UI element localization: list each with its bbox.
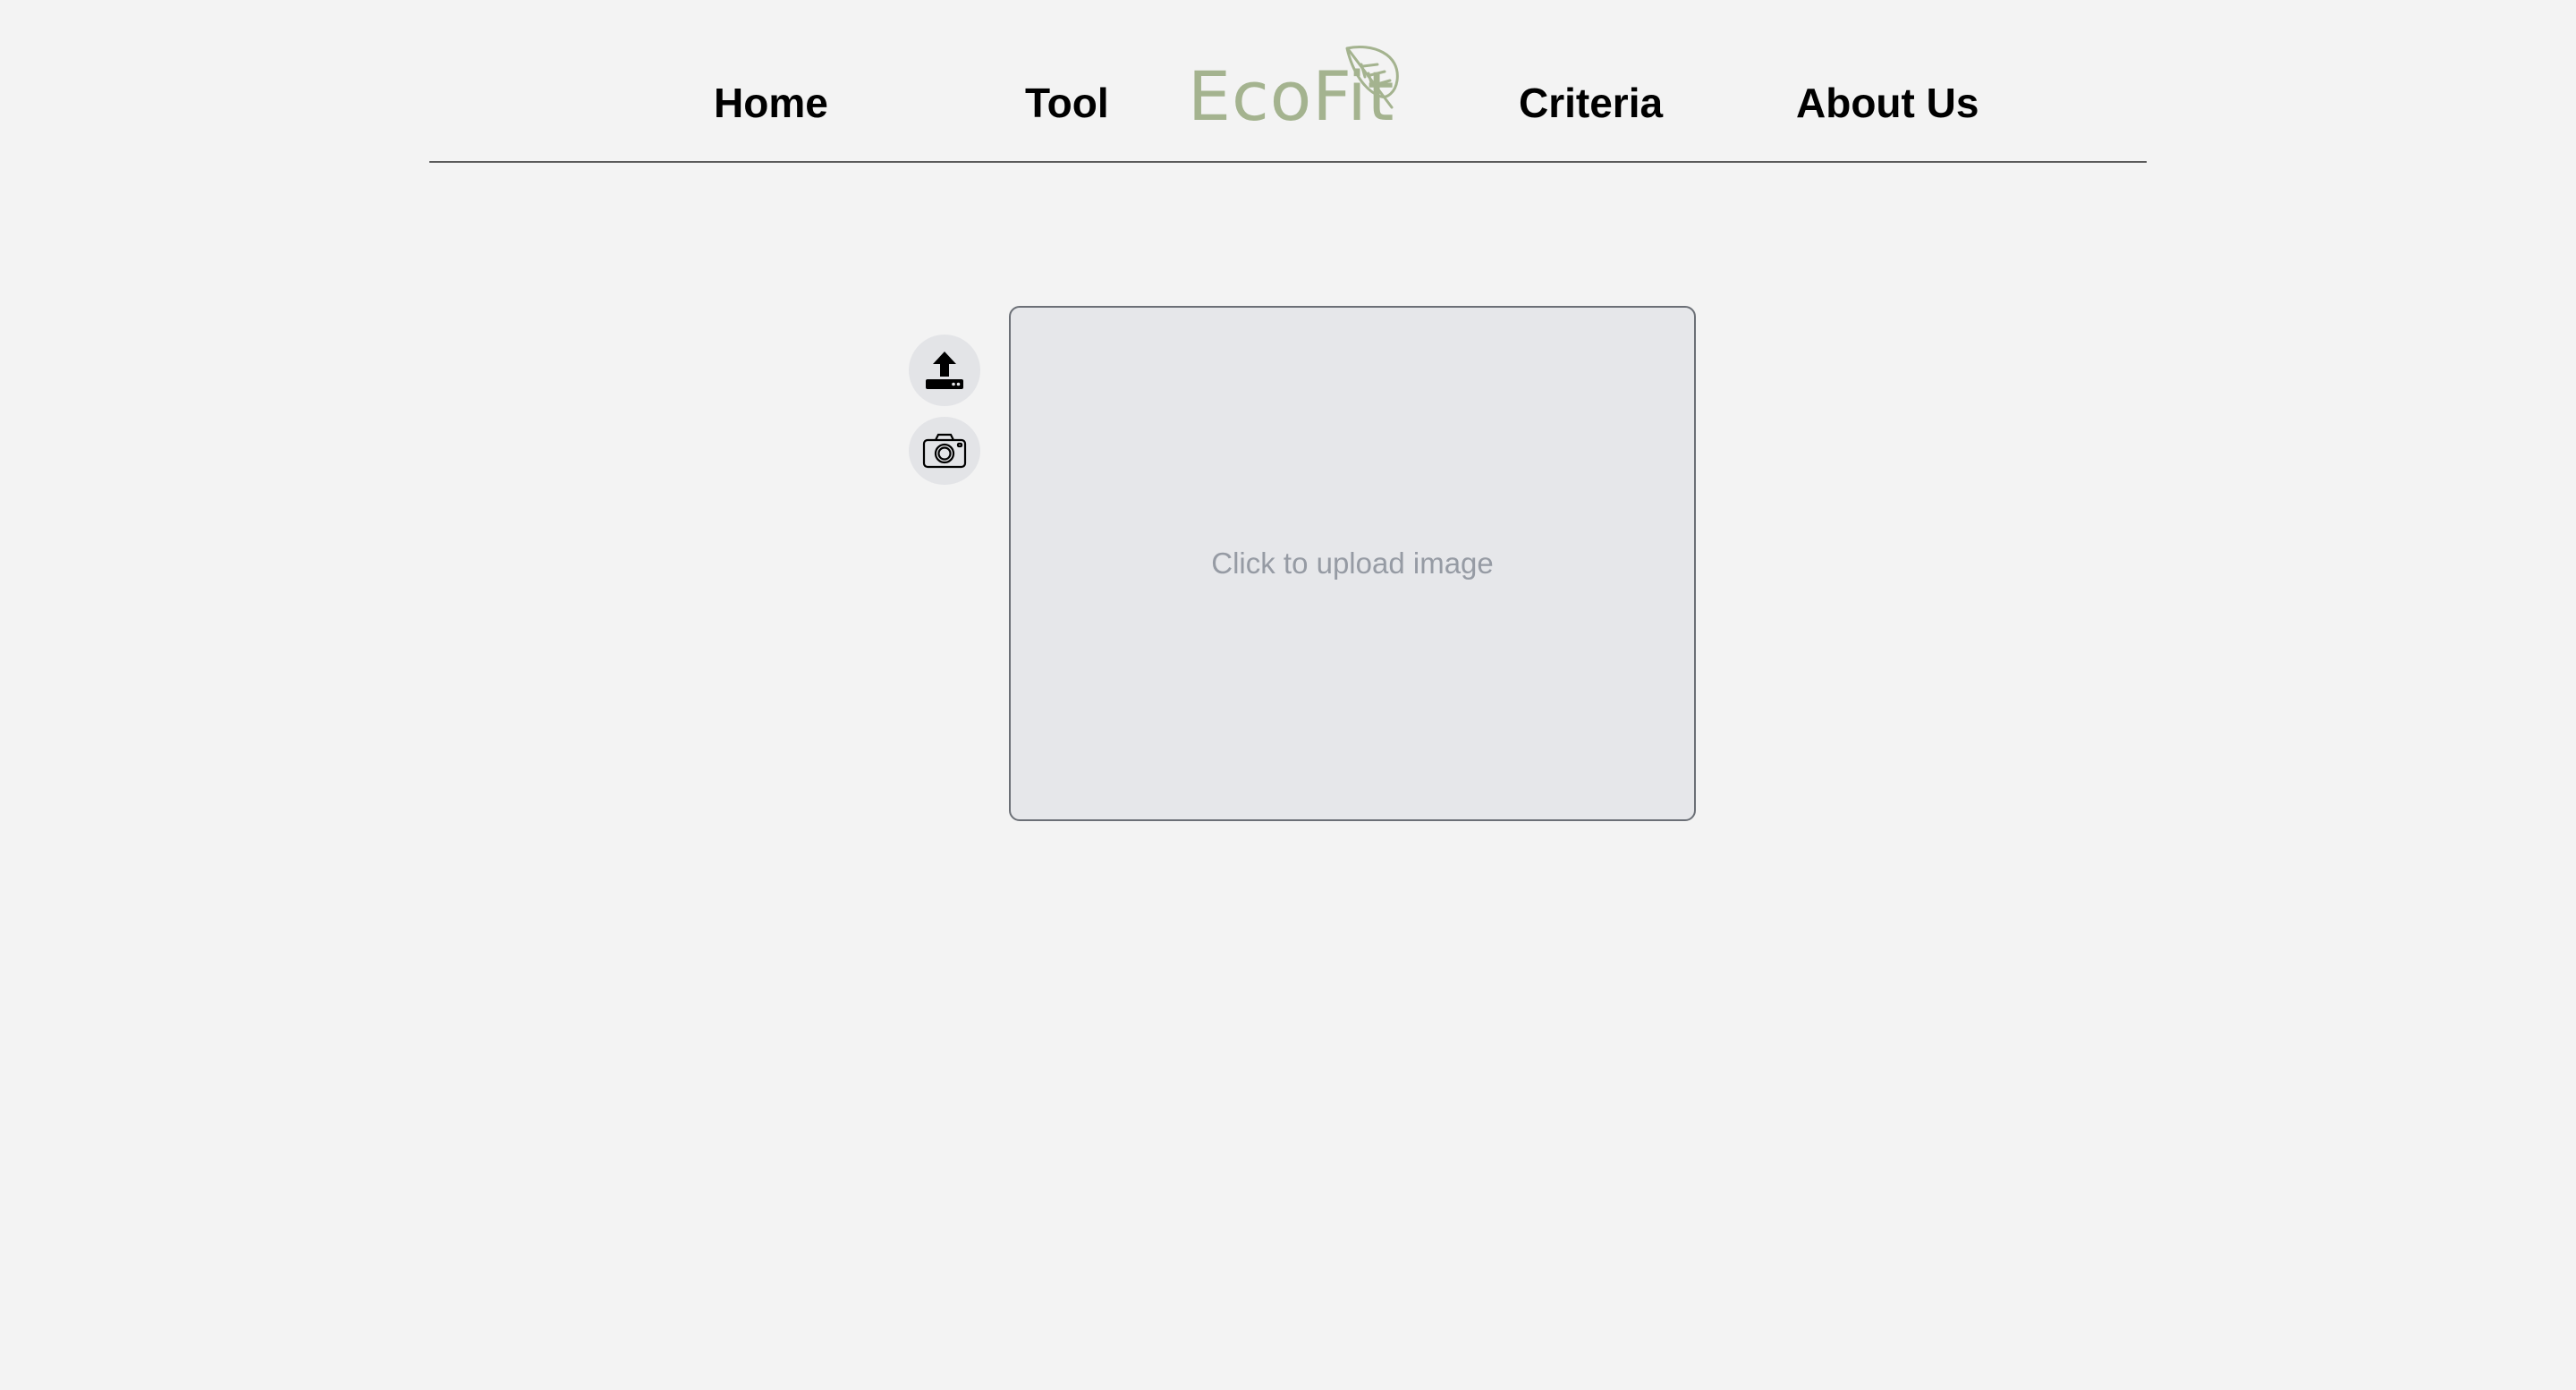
ecofit-logo[interactable]: EcoFit [1188,45,1417,134]
page: Home Tool EcoFit Criteria About Us Click… [0,0,2576,1390]
leaf-icon [1345,46,1399,109]
top-navigation: Home Tool EcoFit Criteria About Us [429,0,2147,163]
nav-link-criteria[interactable]: Criteria [1519,82,1663,123]
nav-link-home[interactable]: Home [714,82,828,123]
nav-link-tool[interactable]: Tool [1025,82,1109,123]
upload-icon [926,352,963,389]
camera-button[interactable] [909,417,980,485]
image-upload-area[interactable]: Click to upload image [1009,306,1696,821]
upload-button[interactable] [909,335,980,406]
camera-icon [922,433,967,469]
upload-prompt: Click to upload image [1211,547,1494,580]
nav-link-about-us[interactable]: About Us [1796,82,1979,123]
